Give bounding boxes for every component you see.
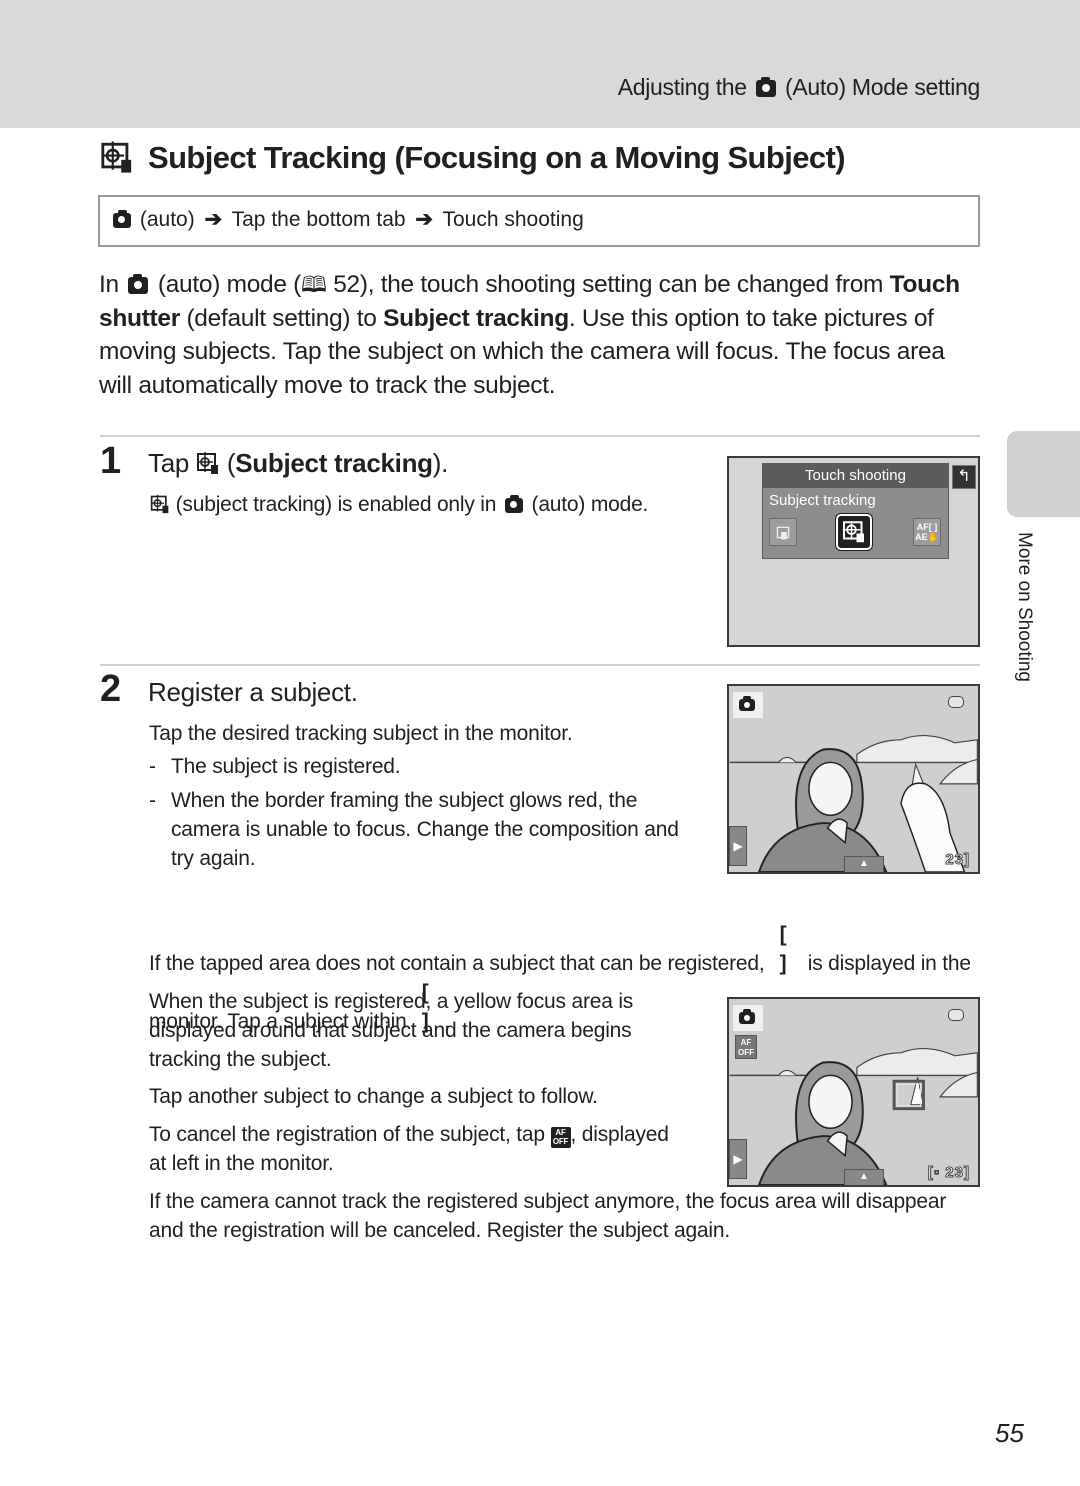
auto-mode-camera-icon	[739, 1009, 755, 1024]
touch-af-ae-icon: AF[ ] AE✋	[915, 522, 939, 542]
step-bullets: The subject is registered. When the bord…	[149, 752, 679, 873]
page-title-text: Subject Tracking (Focusing on a Moving S…	[148, 140, 846, 175]
playback-side-tab[interactable]: ▶	[729, 1139, 747, 1179]
page-reference-book-icon: 🕮	[301, 272, 327, 297]
step-heading: Register a subject.	[148, 677, 358, 707]
chapter-label: More on Shooting	[1014, 532, 1035, 682]
selected-option-label: Subject tracking	[769, 492, 876, 509]
step-body: Tap the desired tracking subject in the …	[149, 719, 679, 878]
page-title: Subject Tracking (Focusing on a Moving S…	[100, 140, 846, 176]
back-icon[interactable]: ↰	[952, 465, 976, 489]
intro-paragraph: In (auto) mode (🕮 52), the touch shootin…	[99, 271, 960, 399]
touch-af-ae-option[interactable]: AF[ ] AE✋	[913, 518, 941, 546]
header-band	[0, 0, 1080, 128]
running-head: Adjusting the (Auto) Mode setting	[617, 74, 981, 101]
auto-mode-camera-icon	[739, 696, 755, 711]
arrow-right-icon: ➔	[415, 208, 434, 231]
exposures-remaining: [▫ 23]	[927, 1164, 970, 1182]
touch-shooting-menu: Touch shooting Subject tracking ··· AF[ …	[762, 463, 949, 559]
subject-tracking-option[interactable]	[835, 513, 873, 551]
shooting-mode-indicator	[733, 1005, 763, 1031]
step-note: (subject tracking) is enabled only in (a…	[150, 490, 648, 519]
auto-mode-camera-icon	[113, 210, 131, 228]
running-head-post: (Auto) Mode setting	[784, 74, 980, 100]
menu-path-step: (auto)	[139, 208, 195, 231]
playback-side-tab[interactable]: ▶	[729, 826, 747, 866]
scene-illustration	[729, 1048, 978, 1185]
exposures-remaining: 23]	[945, 851, 970, 869]
change-subject-paragraph: Tap another subject to change a subject …	[149, 1085, 598, 1108]
section-divider	[100, 435, 980, 437]
menu-path-step: Tap the bottom tab	[231, 208, 406, 231]
focus-bracket-icon: [ ]	[779, 923, 793, 975]
touch-shutter-icon: ···	[776, 522, 790, 540]
scene-illustration	[729, 735, 978, 872]
tracking-screen: AF OFF ▶ ▲ [▫ 23]	[727, 997, 980, 1187]
subject-tracking-term: Subject tracking	[383, 304, 569, 332]
bullet-item: When the border framing the subject glow…	[149, 786, 679, 873]
step-lead: Tap the desired tracking subject in the …	[149, 722, 573, 745]
arrow-right-icon: ➔	[204, 208, 223, 231]
vibration-reduction-icon	[948, 1009, 964, 1021]
page-reference-link[interactable]: 52), the touch shooting setting can be c…	[333, 271, 883, 298]
svg-text:···: ···	[779, 522, 784, 527]
menu-title: Touch shooting	[763, 464, 948, 488]
section-divider	[100, 664, 980, 666]
bullet-item: The subject is registered.	[149, 752, 679, 781]
step-heading: Tap (Subject tracking).	[148, 448, 449, 478]
subject-tracking-icon	[150, 493, 170, 515]
touch-shutter-option[interactable]: ···	[769, 518, 797, 546]
vibration-reduction-icon	[948, 696, 964, 708]
auto-mode-camera-icon	[128, 274, 149, 294]
auto-mode-camera-icon	[504, 495, 523, 513]
step-number: 1	[100, 440, 122, 482]
registered-paragraph: When the subject is registered, a yellow…	[149, 990, 634, 1071]
bottom-menu-tab[interactable]: ▲	[844, 856, 884, 872]
page-number: 55	[995, 1418, 1024, 1448]
cancel-paragraph: To cancel the registration of the subjec…	[149, 1123, 669, 1175]
af-off-button[interactable]: AF OFF	[735, 1035, 757, 1059]
af-off-icon: AF OFF	[550, 1127, 571, 1148]
menu-path-box: (auto) ➔ Tap the bottom tab ➔ Touch shoo…	[98, 195, 980, 247]
register-subject-screen: ▶ ▲ 23]	[727, 684, 980, 874]
lost-tracking-paragraph: If the camera cannot track the registere…	[149, 1190, 947, 1242]
bottom-menu-tab[interactable]: ▲	[844, 1169, 884, 1185]
subject-tracking-icon	[842, 521, 864, 543]
shooting-mode-indicator	[733, 692, 763, 718]
subject-tracking-icon	[196, 450, 220, 476]
touch-shooting-menu-screen: Touch shooting Subject tracking ··· AF[ …	[727, 456, 980, 647]
menu-path-step: Touch shooting	[442, 208, 584, 231]
subject-tracking-icon	[100, 140, 134, 174]
chapter-tab[interactable]	[1007, 431, 1080, 517]
step-number: 2	[100, 668, 122, 710]
running-head-pre: Adjusting the	[617, 74, 747, 100]
auto-mode-camera-icon	[755, 77, 776, 97]
